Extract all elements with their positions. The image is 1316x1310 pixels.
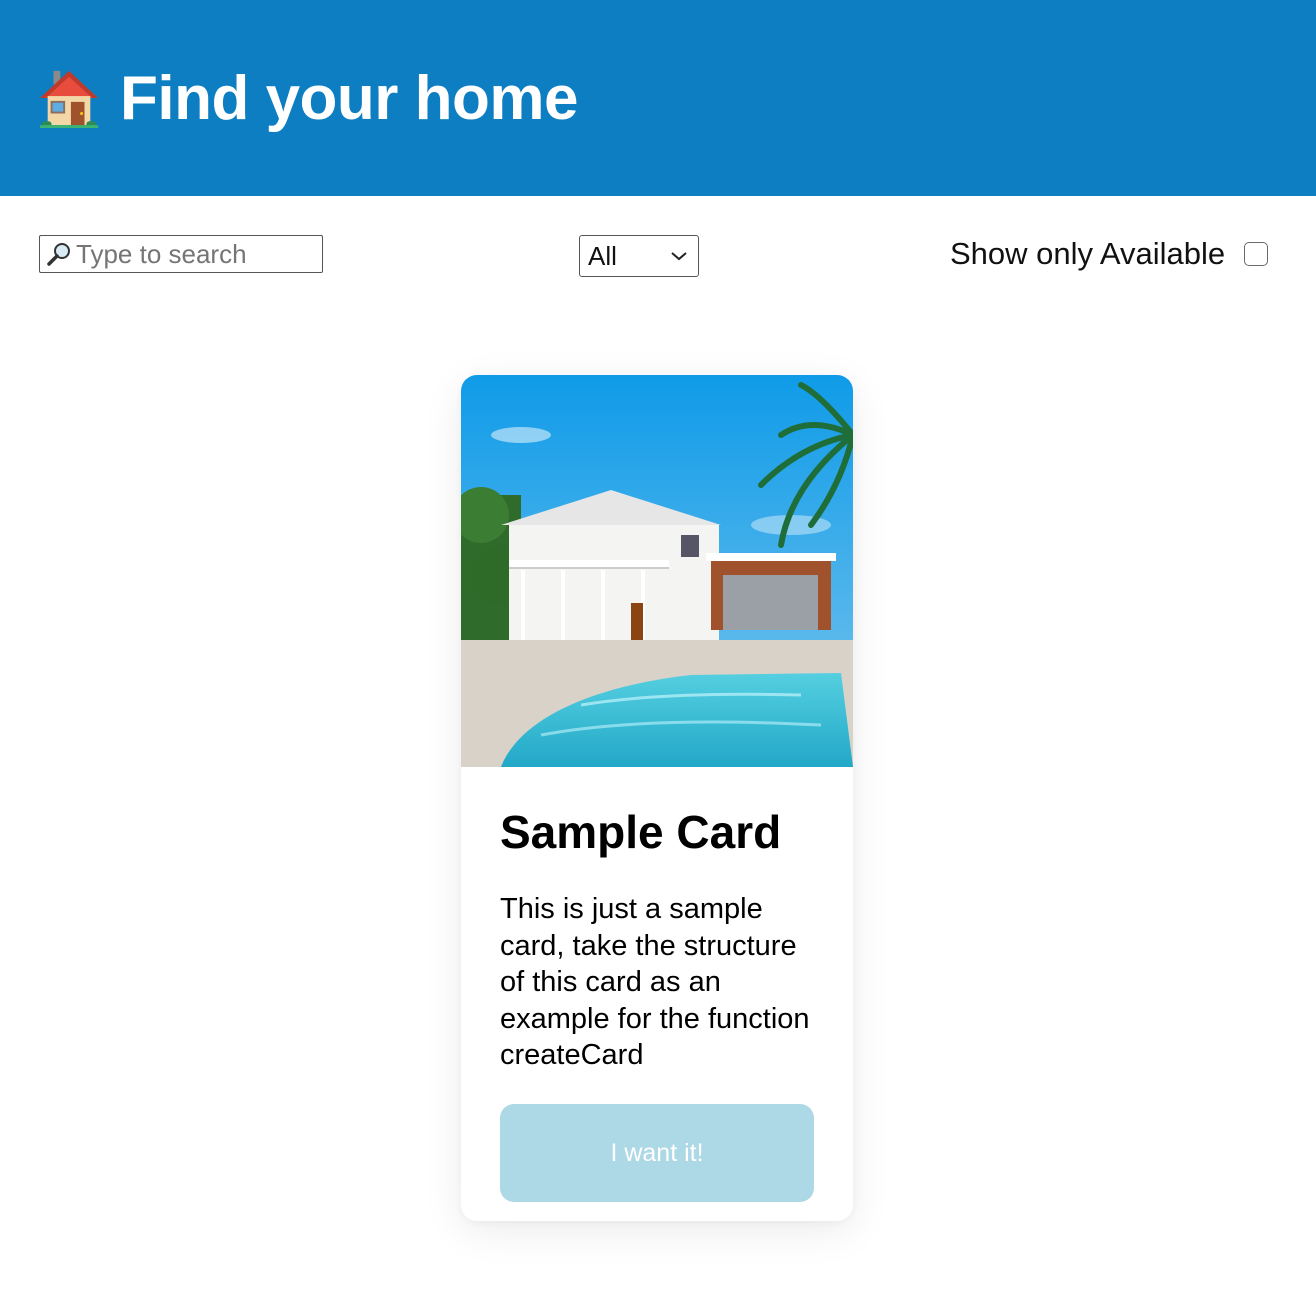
page-title: Find your home bbox=[38, 58, 579, 138]
category-select[interactable]: All bbox=[579, 235, 699, 277]
card-description: This is just a sample card, take the str… bbox=[500, 893, 810, 1071]
i-want-it-button[interactable]: I want it! bbox=[500, 1104, 814, 1202]
chevron-down-icon bbox=[671, 252, 687, 261]
page-title-text: Find your home bbox=[120, 63, 579, 133]
house-with-pool-photo bbox=[461, 375, 853, 767]
search-input[interactable] bbox=[76, 238, 306, 270]
page-header: Find your home bbox=[0, 0, 1316, 196]
available-filter-label: Show only Available bbox=[950, 236, 1226, 271]
card-title: Sample Card bbox=[500, 806, 782, 858]
search-field[interactable] bbox=[39, 235, 323, 273]
magnifying-glass-icon bbox=[47, 243, 70, 266]
available-filter-checkbox[interactable] bbox=[1244, 242, 1268, 266]
house-icon bbox=[39, 70, 99, 129]
property-card: Sample Card This is just a sample card, … bbox=[461, 375, 853, 1221]
category-select-value: All bbox=[588, 240, 617, 271]
